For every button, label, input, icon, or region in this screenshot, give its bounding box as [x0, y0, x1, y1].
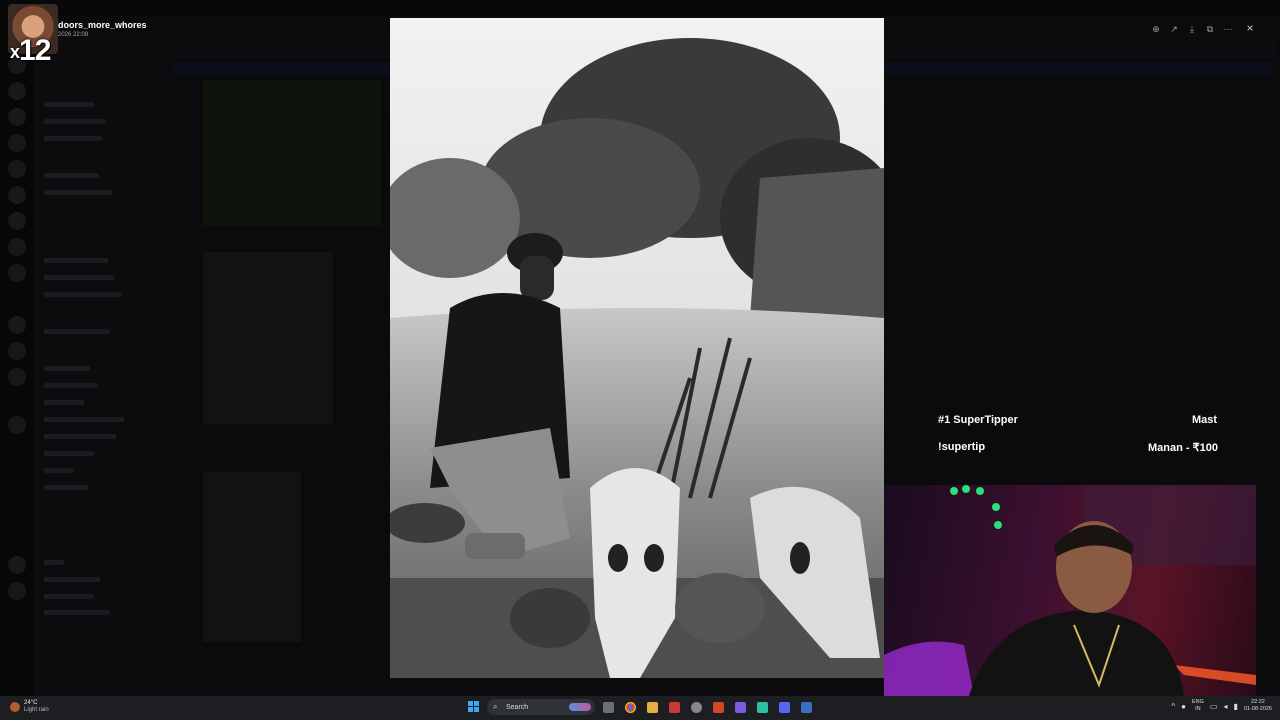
channel-item [44, 577, 100, 582]
channel-item [44, 119, 106, 124]
channel-item [44, 610, 110, 615]
search-icon: ⌕ [493, 702, 498, 711]
server-icon [8, 342, 26, 360]
server-icon [8, 416, 26, 434]
system-tray: ^ ● ENG IN ▭ ◂ ▮ 22:22 01-08-2026 [1171, 699, 1272, 713]
share-icon[interactable]: ↗ [1168, 23, 1180, 35]
photo-illustration [390, 18, 884, 678]
steam-icon[interactable] [801, 702, 812, 713]
combo-prefix: x [10, 42, 20, 62]
language-top: ENG [1191, 699, 1204, 705]
clock[interactable]: 22:22 01-08-2026 [1244, 699, 1272, 713]
server-icon [8, 316, 26, 334]
alert-overlay: x12 doors_more_whores 2026 22:08 [8, 4, 158, 68]
channel-item [44, 366, 90, 371]
title-bar [0, 0, 1280, 16]
volume-icon[interactable]: ◂ [1223, 702, 1227, 711]
server-icon [8, 212, 26, 230]
viewer-image[interactable] [390, 18, 884, 678]
combo-counter: x12 [10, 34, 51, 68]
channel-item [44, 434, 116, 439]
attachment-thumbnail [203, 252, 333, 424]
overlay-username: doors_more_whores [58, 20, 147, 30]
channel-item [44, 258, 108, 263]
server-icon [8, 160, 26, 178]
channel-item [44, 173, 99, 178]
chrome-icon[interactable] [625, 702, 636, 713]
app-icon[interactable] [669, 702, 680, 713]
supertip-rank-value: Mast [1192, 414, 1218, 426]
server-icon [8, 582, 26, 600]
server-icon [8, 108, 26, 126]
supertip-command: !supertip [938, 441, 986, 453]
weather-desc: Light rain [24, 707, 49, 713]
task-view-icon[interactable] [603, 702, 614, 713]
more-icon[interactable]: ⋯ [1222, 23, 1234, 35]
channel-item [44, 136, 102, 141]
language-bottom: IN [1195, 706, 1201, 712]
webcam-illustration [884, 485, 1256, 696]
channel-item [44, 383, 98, 388]
channel-item [44, 417, 124, 422]
app-icon[interactable] [757, 702, 768, 713]
server-list [0, 16, 34, 696]
channel-item [44, 468, 74, 473]
weather-icon [10, 702, 20, 712]
channel-item [44, 400, 84, 405]
channel-item [44, 560, 64, 565]
language-indicator[interactable]: ENG IN [1192, 699, 1204, 713]
server-icon [8, 556, 26, 574]
channel-item [44, 329, 110, 334]
channel-item [44, 102, 94, 107]
supertip-rank-label: #1 SuperTipper [938, 414, 1018, 426]
server-icon [8, 134, 26, 152]
start-button[interactable] [468, 701, 480, 713]
search-label: Search [506, 703, 529, 711]
zoom-in-icon[interactable]: ⊕ [1150, 23, 1162, 35]
server-icon [8, 238, 26, 256]
app-icon[interactable] [735, 702, 746, 713]
file-explorer-icon[interactable] [647, 702, 658, 713]
open-external-icon[interactable]: ⧉ [1204, 23, 1216, 35]
server-icon [8, 368, 26, 386]
network-icon[interactable]: ▭ [1210, 702, 1218, 711]
channel-item [44, 485, 88, 490]
taskbar-search[interactable]: ⌕ Search [487, 699, 595, 715]
chevron-up-icon[interactable]: ^ [1171, 702, 1175, 711]
taskbar: 24°C Light rain ⌕ Search ^ ● ENG IN ▭ ◂ … [0, 696, 1280, 720]
download-icon[interactable]: ⤓ [1186, 23, 1198, 35]
battery-icon[interactable]: ▮ [1233, 702, 1237, 711]
clock-date: 01-08-2026 [1243, 706, 1272, 712]
mic-icon[interactable]: ● [1181, 702, 1186, 711]
channel-item [44, 292, 122, 297]
clock-time: 22:22 [1251, 699, 1265, 705]
settings-icon[interactable] [691, 702, 702, 713]
channel-item [44, 594, 94, 599]
weather-widget[interactable]: 24°C Light rain [10, 700, 49, 714]
search-highlight-icon [569, 703, 591, 711]
channel-item [44, 275, 114, 280]
app-icon[interactable] [713, 702, 724, 713]
combo-count: 12 [19, 34, 51, 67]
server-icon [8, 264, 26, 282]
overlay-timestamp: 2026 22:08 [58, 32, 89, 38]
channel-item [44, 451, 94, 456]
webcam-feed [884, 485, 1256, 696]
server-icon [8, 186, 26, 204]
close-icon[interactable]: × [1243, 21, 1257, 35]
attachment-thumbnail [203, 80, 381, 226]
supertip-top-tipper: Manan - ₹100 [1148, 442, 1218, 454]
channel-item [44, 190, 112, 195]
server-icon [8, 82, 26, 100]
discord-icon[interactable] [779, 702, 790, 713]
attachment-thumbnail [203, 472, 301, 642]
weather-temp: 24°C [24, 700, 38, 706]
